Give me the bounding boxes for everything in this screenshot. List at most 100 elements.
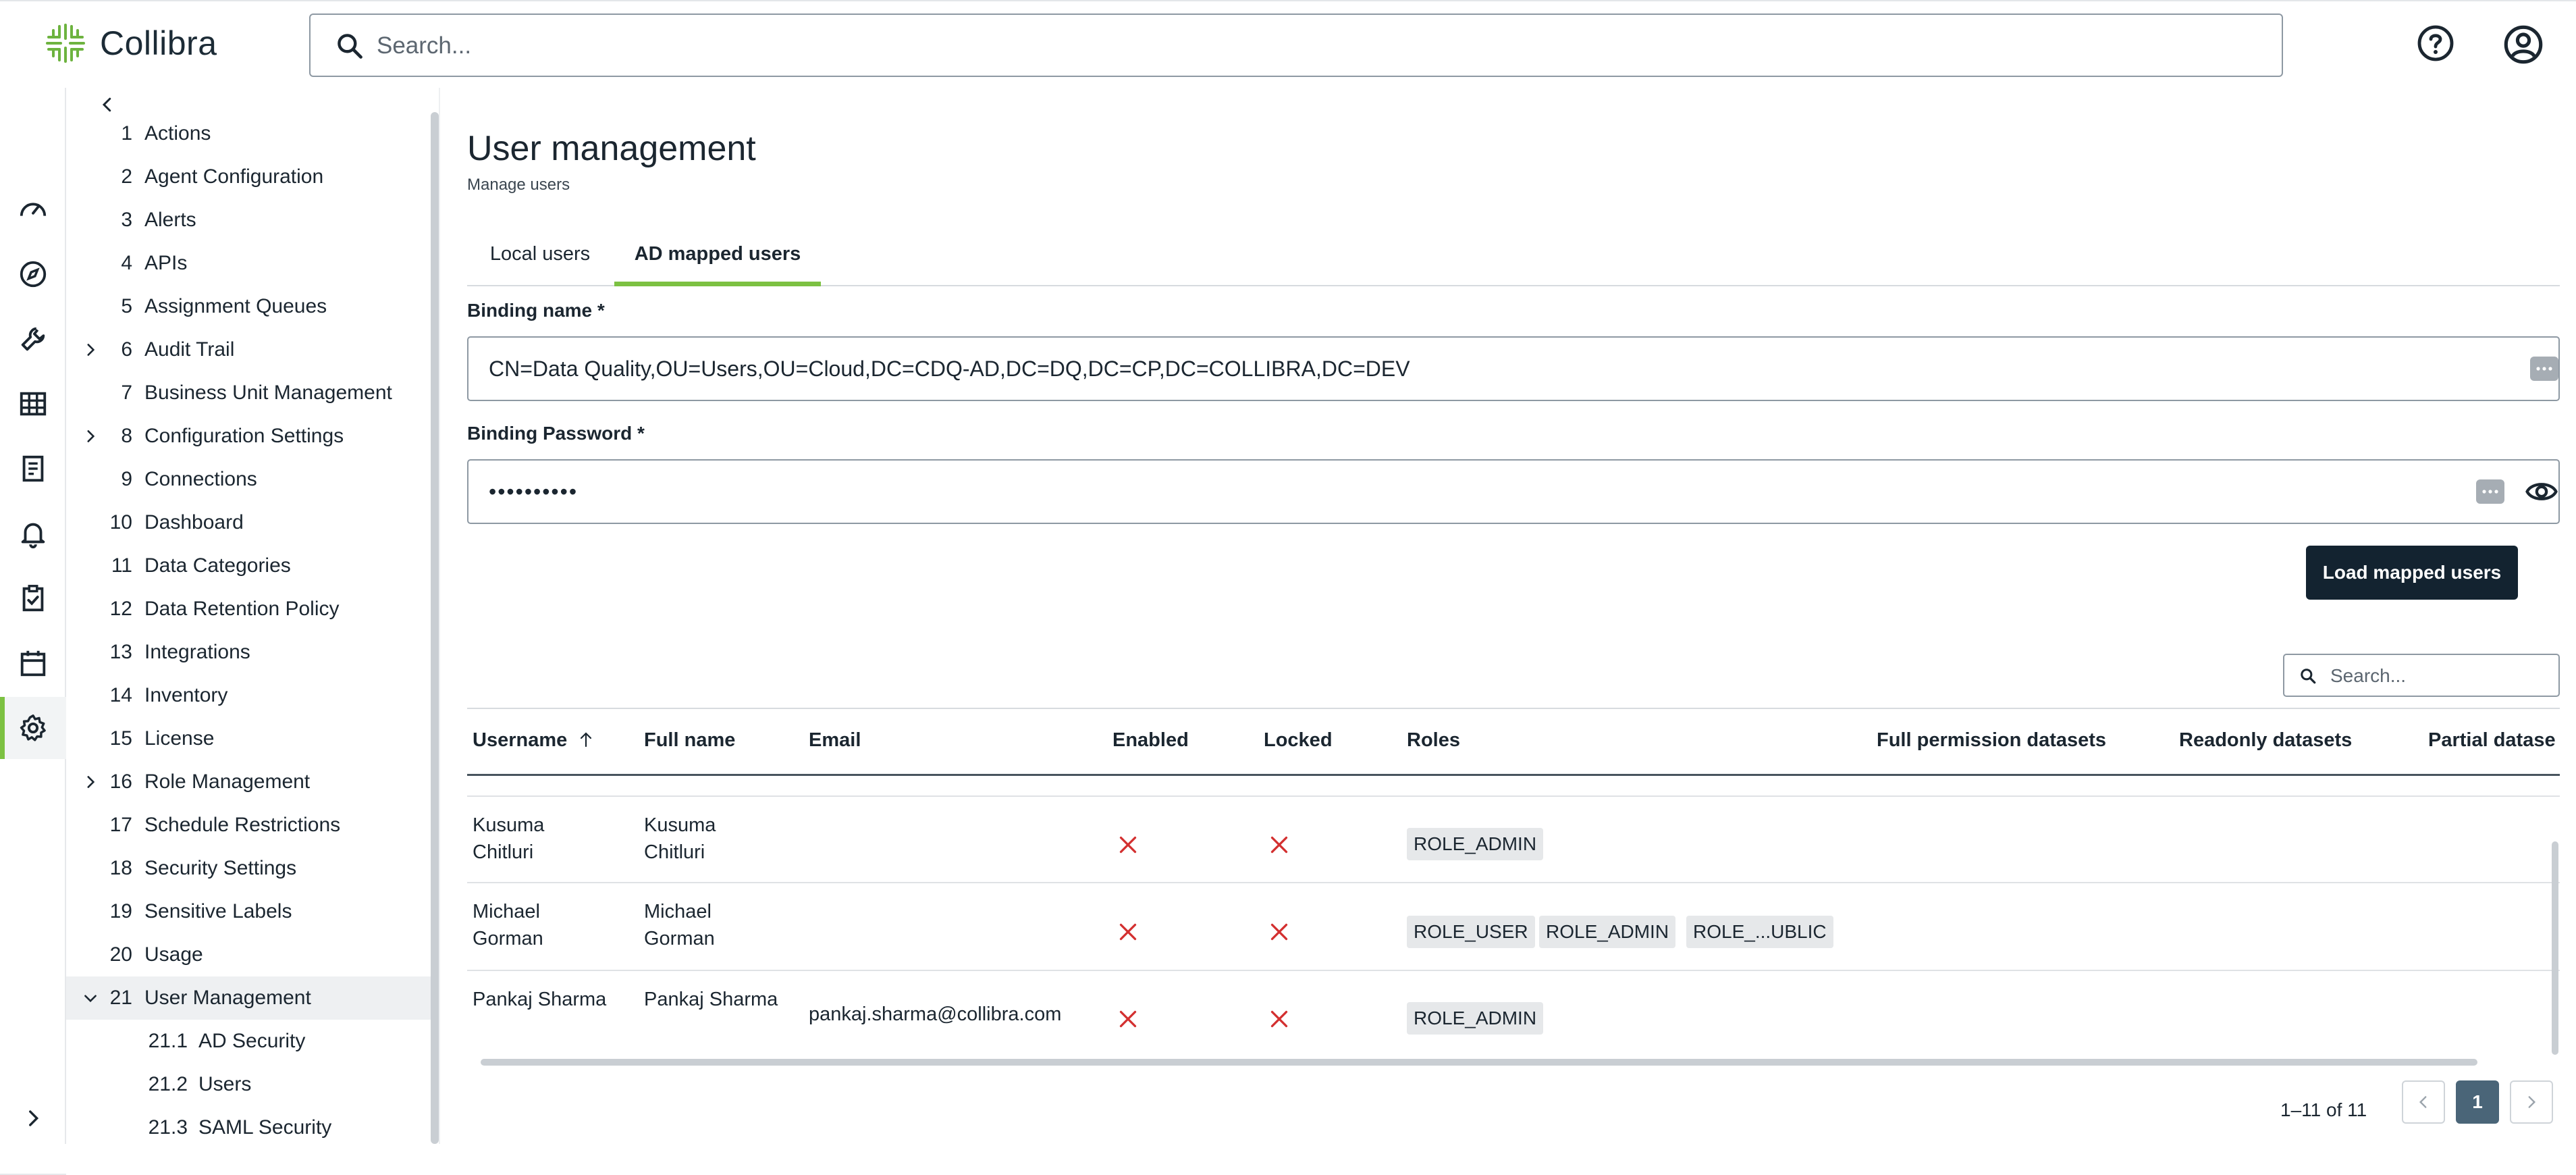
tree-item-label: Configuration Settings xyxy=(144,425,344,447)
tree-item-number: 1 xyxy=(121,122,132,145)
tree-item-actions[interactable]: 1 Actions xyxy=(66,112,431,155)
tree-item-assignment-queues[interactable]: 5 Assignment Queues xyxy=(66,285,431,328)
sort-ascending-arrow-icon[interactable] xyxy=(578,731,594,748)
tree-item-label: Usage xyxy=(144,943,203,966)
binding-name-value[interactable]: CN=Data Quality,OU=Users,OU=Cloud,DC=CDQ… xyxy=(489,338,1410,400)
column-header-locked[interactable]: Locked xyxy=(1264,729,1333,752)
tree-item-usage[interactable]: 20 Usage xyxy=(66,933,431,976)
global-search-input[interactable] xyxy=(375,27,2255,65)
tree-item-configuration-settings[interactable]: 8 Configuration Settings xyxy=(66,415,431,458)
help-circle-icon[interactable] xyxy=(2417,24,2454,62)
global-search[interactable] xyxy=(309,14,2283,77)
tab-local-users[interactable]: Local users xyxy=(467,223,613,285)
tree-item-number: 5 xyxy=(121,295,132,317)
column-header-email[interactable]: Email xyxy=(809,729,861,752)
more-options-icon[interactable] xyxy=(2530,357,2558,381)
tree-item-inventory[interactable]: 14 Inventory xyxy=(66,674,431,717)
table-search[interactable] xyxy=(2283,654,2560,697)
tab-ad-mapped-users[interactable]: AD mapped users xyxy=(614,223,821,286)
tree-item-label: Inventory xyxy=(144,684,228,706)
tree-item-security-settings[interactable]: 18 Security Settings xyxy=(66,847,431,890)
column-header-partial-datasets[interactable]: Partial datase xyxy=(2428,729,2556,752)
cell-enabled-false-x-icon xyxy=(1119,1010,1137,1028)
column-header-readonly-datasets[interactable]: Readonly datasets xyxy=(2179,729,2352,752)
tree-item-data-categories[interactable]: 11 Data Categories xyxy=(66,544,431,588)
tree-item-number: 13 xyxy=(109,641,132,663)
row-divider xyxy=(467,882,2560,883)
dashboard-gauge-icon xyxy=(20,203,47,216)
compass-icon xyxy=(20,261,47,288)
tree-item-sensitive-labels[interactable]: 19 Sensitive Labels xyxy=(66,890,431,933)
binding-password-field[interactable]: •••••••••• xyxy=(467,459,2560,524)
rail-alerts[interactable] xyxy=(0,502,66,565)
tree-item-number: 7 xyxy=(121,382,132,404)
tree-item-schedule-restrictions[interactable]: 17 Schedule Restrictions xyxy=(66,804,431,847)
tree-item-dashboard[interactable]: 10 Dashboard xyxy=(66,501,431,544)
column-header-enabled[interactable]: Enabled xyxy=(1112,729,1189,752)
rail-schedule[interactable] xyxy=(0,632,66,694)
column-header-roles[interactable]: Roles xyxy=(1407,729,1460,752)
brand-name: Collibra xyxy=(100,24,217,62)
table-search-input[interactable] xyxy=(2329,662,2548,690)
chevron-right-icon xyxy=(29,1110,39,1126)
cell-locked-false-x-icon xyxy=(1270,836,1288,854)
load-mapped-users-button[interactable]: Load mapped users xyxy=(2306,546,2518,600)
row-divider xyxy=(467,795,2560,797)
tree-item-alerts[interactable]: 3 Alerts xyxy=(66,199,431,242)
tree-item-saml-security[interactable]: 21.3 SAML Security xyxy=(66,1106,431,1144)
tree-item-users[interactable]: 21.2 Users xyxy=(66,1063,431,1106)
search-icon xyxy=(2301,669,2316,684)
table-vertical-scrollbar[interactable] xyxy=(2552,841,2558,1055)
tree-item-audit-trail[interactable]: 6 Audit Trail xyxy=(66,328,431,371)
binding-password-value[interactable]: •••••••••• xyxy=(489,461,578,523)
tree-item-business-unit-management[interactable]: 7 Business Unit Management xyxy=(66,371,431,415)
tree-item-role-management[interactable]: 16 Role Management xyxy=(66,760,431,804)
rail-catalog[interactable] xyxy=(0,373,66,435)
rail-tasks[interactable] xyxy=(0,567,66,629)
eye-icon[interactable] xyxy=(2525,477,2558,506)
column-header-full-permission-datasets[interactable]: Full permission datasets xyxy=(1877,729,2106,752)
tree-item-apis[interactable]: 4 APIs xyxy=(66,242,431,285)
next-page-button[interactable] xyxy=(2510,1080,2553,1124)
role-tag: ROLE_ADMIN xyxy=(1407,828,1544,860)
tree-item-label: Integrations xyxy=(144,641,250,663)
role-tag: ROLE_...UBLIC xyxy=(1686,916,1833,948)
tree-item-data-retention-policy[interactable]: 12 Data Retention Policy xyxy=(66,588,431,631)
tree-item-license[interactable]: 15 License xyxy=(66,717,431,760)
brand-logo[interactable]: Collibra xyxy=(45,19,217,68)
tree-item-integrations[interactable]: 13 Integrations xyxy=(66,631,431,674)
tree-item-number: 15 xyxy=(109,727,132,750)
tree-item-label: License xyxy=(144,727,215,750)
tree-item-agent-configuration[interactable]: 2 Agent Configuration xyxy=(66,155,431,199)
tree-item-user-management[interactable]: 21 User Management xyxy=(66,976,431,1020)
tree-item-ad-security[interactable]: 21.1 AD Security xyxy=(66,1020,431,1063)
user-circle-icon[interactable] xyxy=(2503,24,2544,65)
chevron-right-icon xyxy=(2528,1096,2536,1108)
rail-settings[interactable] xyxy=(0,697,66,759)
previous-page-button[interactable] xyxy=(2402,1080,2445,1124)
tree-item-number: 18 xyxy=(109,857,132,879)
tree-item-number: 4 xyxy=(121,252,132,274)
table-horizontal-scrollbar[interactable] xyxy=(481,1059,2477,1066)
rail-tools[interactable] xyxy=(0,308,66,370)
page-1-button[interactable]: 1 xyxy=(2456,1080,2499,1124)
rail-reports[interactable] xyxy=(0,438,66,500)
tree-item-number: 9 xyxy=(121,468,132,490)
tree-item-number: 14 xyxy=(109,684,132,706)
column-header-username[interactable]: Username xyxy=(473,729,594,752)
tree-item-number: 21 xyxy=(109,987,132,1009)
expand-rail-button[interactable] xyxy=(0,1093,66,1144)
binding-name-field[interactable]: CN=Data Quality,OU=Users,OU=Cloud,DC=CDQ… xyxy=(467,336,2560,401)
tree-scrollbar[interactable] xyxy=(431,112,439,1144)
column-header-full-name[interactable]: Full name xyxy=(644,729,735,752)
tree-item-connections[interactable]: 9 Connections xyxy=(66,458,431,501)
rail-dashboard[interactable] xyxy=(0,178,66,240)
role-tag: ROLE_ADMIN xyxy=(1539,916,1676,948)
tree-item-label: Agent Configuration xyxy=(144,165,324,188)
tree-item-label: Data Categories xyxy=(144,554,291,577)
more-options-icon[interactable] xyxy=(2476,479,2504,504)
tree-item-label: Alerts xyxy=(144,209,196,231)
rail-explore[interactable] xyxy=(0,243,66,305)
role-tag: ROLE_ADMIN xyxy=(1407,1002,1544,1035)
tree-item-number: 6 xyxy=(121,338,132,361)
